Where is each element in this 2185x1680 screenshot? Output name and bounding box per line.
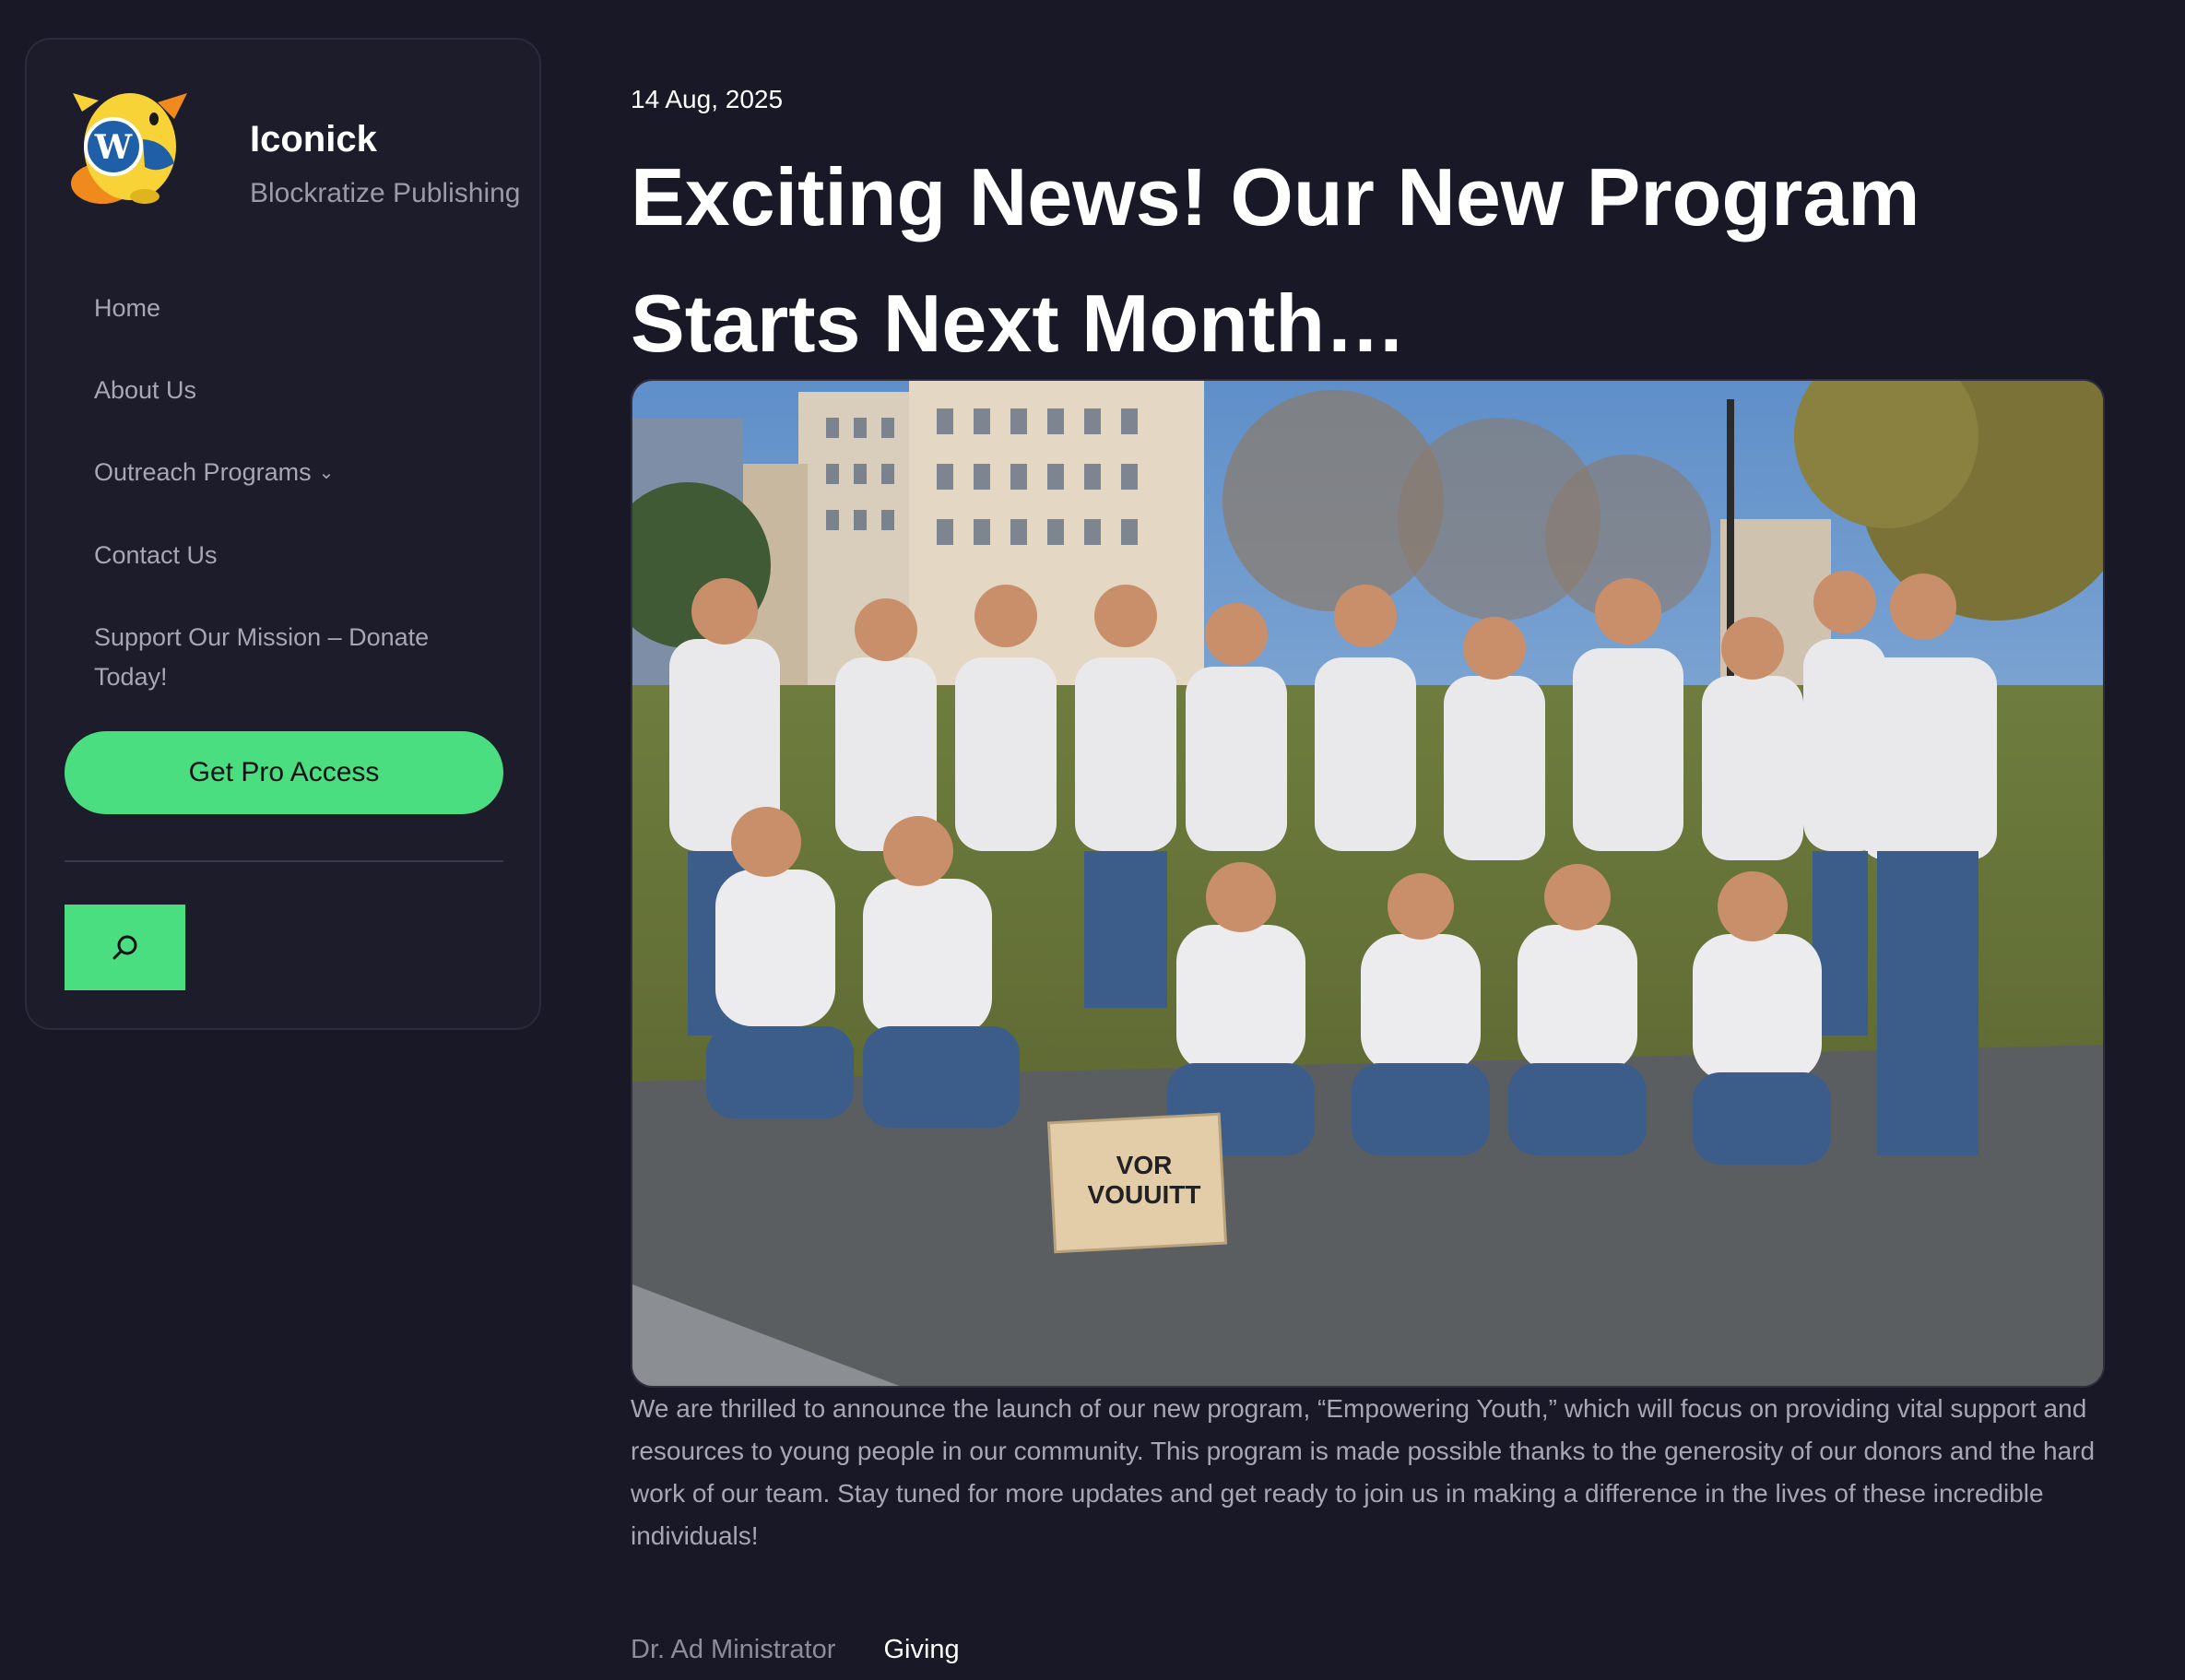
post-excerpt: We are thrilled to announce the launch o… bbox=[631, 1394, 2096, 1550]
post-author: Dr. Ad Ministrator bbox=[631, 1635, 836, 1664]
nav-item-donate[interactable]: Support Our Mission – Donate Today! bbox=[94, 618, 472, 697]
nav-item-label: Contact Us bbox=[94, 541, 218, 569]
search-icon bbox=[112, 935, 136, 959]
wapuu-mascot-icon[interactable]: W bbox=[65, 75, 195, 213]
nav-item-about-us[interactable]: About Us bbox=[94, 371, 481, 410]
chevron-down-icon[interactable]: ⌄ bbox=[319, 463, 335, 483]
post-title[interactable]: Exciting News! Our New Program Starts Ne… bbox=[631, 134, 2069, 386]
search-button[interactable] bbox=[65, 905, 185, 990]
get-pro-access-button[interactable]: Get Pro Access bbox=[65, 731, 503, 814]
nav-item-label: Home bbox=[94, 294, 161, 322]
group-photo-image: VOR VOUUITT bbox=[632, 381, 2103, 1386]
nav-item-label: Outreach Programs bbox=[94, 458, 312, 486]
svg-text:W: W bbox=[94, 128, 133, 167]
post-meta: Dr. Ad Ministrator Giving bbox=[631, 1635, 960, 1665]
post-date: 14 Aug, 2025 bbox=[631, 85, 784, 113]
nav-item-outreach-programs[interactable]: Outreach Programs ⌄ bbox=[94, 453, 481, 493]
sidebar-divider bbox=[65, 860, 503, 862]
sign-text-line1: VOR bbox=[1116, 1151, 1173, 1179]
post-category-link[interactable]: Giving bbox=[883, 1635, 959, 1664]
site-tagline: Blockratize Publishing bbox=[250, 178, 521, 208]
nav-item-label: About Us bbox=[94, 376, 197, 404]
page: W Iconick Blockratize Publishing Home Ab… bbox=[0, 0, 2185, 1680]
main-navigation: Home About Us Outreach Programs ⌄ Contact… bbox=[94, 289, 481, 739]
sidebar: W Iconick Blockratize Publishing Home Ab… bbox=[25, 38, 541, 1030]
featured-image: VOR VOUUITT bbox=[631, 379, 2105, 1388]
nav-item-home[interactable]: Home bbox=[94, 289, 481, 328]
nav-item-contact-us[interactable]: Contact Us bbox=[94, 536, 481, 575]
sign-text-line2: VOUUITT bbox=[1088, 1180, 1201, 1209]
nav-item-label: Support Our Mission – Donate Today! bbox=[94, 623, 430, 691]
site-title[interactable]: Iconick bbox=[250, 119, 377, 160]
